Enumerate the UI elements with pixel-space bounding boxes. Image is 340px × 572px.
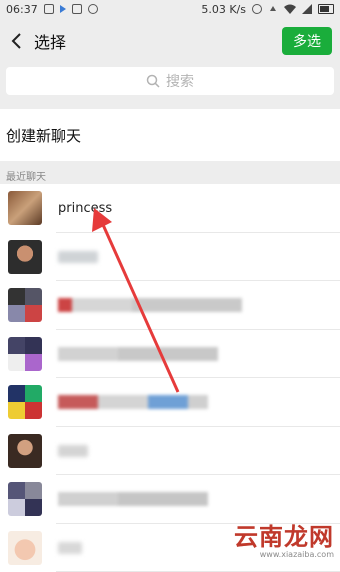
search-placeholder: 搜索 — [166, 71, 194, 91]
mute-icon — [268, 4, 278, 14]
multi-select-button[interactable]: 多选 — [282, 27, 332, 55]
status-time: 06:37 — [6, 3, 38, 16]
list-item[interactable] — [0, 475, 340, 524]
list-item[interactable] — [0, 378, 340, 427]
recent-chat-list: princess — [0, 184, 340, 572]
create-new-chat-item[interactable]: 创建新聊天 — [0, 109, 340, 161]
list-item[interactable] — [0, 233, 340, 282]
blurred-name — [58, 445, 88, 457]
alarm-icon-right — [252, 4, 262, 14]
search-input[interactable]: 搜索 — [6, 67, 334, 95]
top-bar: 选择 多选 — [0, 18, 340, 63]
avatar — [8, 482, 42, 516]
alarm-icon — [88, 4, 98, 14]
chat-item-princess[interactable]: princess — [0, 184, 340, 233]
blurred-name — [58, 492, 208, 506]
avatar — [8, 288, 42, 322]
battery-icon — [318, 4, 334, 14]
list-item[interactable] — [0, 281, 340, 330]
blurred-name — [58, 542, 82, 554]
avatar — [8, 240, 42, 274]
recent-chats-header: 最近聊天 — [0, 161, 340, 184]
blurred-name — [58, 298, 242, 312]
list-item[interactable] — [0, 427, 340, 476]
wifi-icon — [284, 4, 296, 14]
avatar — [8, 531, 42, 565]
create-new-chat-label: 创建新聊天 — [6, 125, 81, 146]
search-icon — [146, 74, 160, 88]
notification-icon — [44, 4, 54, 14]
chat-name: princess — [58, 201, 112, 216]
page-title: 选择 — [34, 29, 66, 53]
watermark-url: www.xiazaiba.com — [234, 551, 334, 559]
list-item[interactable] — [0, 330, 340, 379]
watermark: 云南龙网 www.xiazaiba.com — [234, 525, 334, 559]
avatar — [8, 385, 42, 419]
avatar — [8, 337, 42, 371]
watermark-title: 云南龙网 — [234, 525, 334, 549]
avatar — [8, 434, 42, 468]
blurred-name — [58, 251, 98, 263]
status-bar: 06:37 5.03 K/s — [0, 0, 340, 18]
app-notification-icon — [60, 5, 66, 13]
signal-icon — [302, 4, 312, 14]
chevron-left-icon — [11, 33, 23, 49]
avatar — [8, 191, 42, 225]
back-button[interactable] — [8, 32, 26, 50]
network-speed: 5.03 K/s — [201, 3, 246, 16]
image-notification-icon — [72, 4, 82, 14]
blurred-name — [58, 395, 208, 409]
blurred-name — [58, 347, 218, 361]
